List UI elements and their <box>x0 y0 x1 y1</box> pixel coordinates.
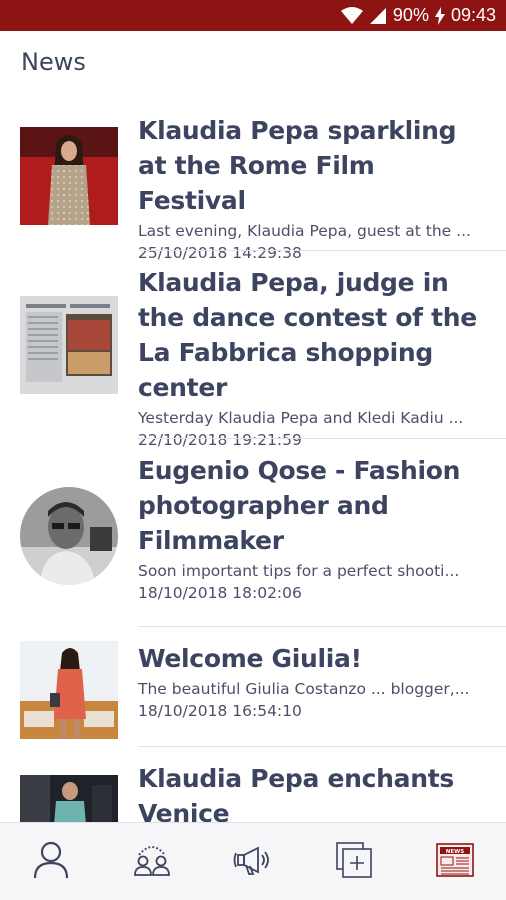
battery-text: 90% <box>392 5 429 25</box>
news-thumbnail <box>20 487 118 585</box>
news-title: Eugenio Qose - Fashion photographer and … <box>138 456 461 555</box>
news-snippet: The beautiful Giulia Costanzo ... blogge… <box>138 680 470 698</box>
group-icon <box>131 843 173 881</box>
news-item[interactable]: Klaudia Pepa sparkling at the Rome Film … <box>0 105 506 262</box>
news-item[interactable]: Welcome Giulia! The beautiful Giulia Cos… <box>0 627 506 747</box>
newspaper-icon-label: NEWS <box>446 849 464 855</box>
wifi-icon <box>340 6 363 25</box>
news-title: Klaudia Pepa enchants Venice <box>138 764 454 822</box>
news-thumbnail <box>20 775 118 822</box>
news-date: 18/10/2018 16:54:10 <box>138 702 302 720</box>
news-item[interactable]: Klaudia Pepa enchants Venice <box>0 747 506 822</box>
add-gallery-icon <box>335 841 373 883</box>
nav-add-gallery-button[interactable] <box>324 832 384 892</box>
news-item[interactable]: Eugenio Qose - Fashion photographer and … <box>0 439 506 627</box>
nav-profile-button[interactable] <box>21 832 81 892</box>
news-thumbnail <box>20 641 118 739</box>
megaphone-icon <box>232 843 274 881</box>
news-list[interactable]: Klaudia Pepa sparkling at the Rome Film … <box>0 105 506 822</box>
news-thumbnail <box>20 296 118 394</box>
news-item[interactable]: Klaudia Pepa, judge in the dance contest… <box>0 251 506 449</box>
newspaper-icon: NEWS <box>436 842 475 881</box>
clock-text: 09:43 <box>450 5 496 25</box>
news-title: Klaudia Pepa sparkling at the Rome Film … <box>138 116 457 215</box>
nav-announcements-button[interactable] <box>223 832 283 892</box>
news-title: Klaudia Pepa, judge in the dance contest… <box>138 268 477 402</box>
news-snippet: Soon important tips for a perfect shooti… <box>138 562 460 580</box>
news-snippet: Last evening, Klaudia Pepa, guest at the… <box>138 222 471 240</box>
news-thumbnail <box>20 127 118 225</box>
charging-icon <box>434 6 445 25</box>
bottom-nav: NEWS <box>0 822 506 900</box>
news-snippet: Yesterday Klaudia Pepa and Kledi Kadiu .… <box>138 409 464 427</box>
person-icon <box>33 841 69 883</box>
signal-icon <box>369 7 387 25</box>
page-title: News <box>21 48 86 76</box>
status-bar: 90% 09:43 <box>0 0 506 31</box>
news-title: Welcome Giulia! <box>138 644 362 673</box>
nav-community-button[interactable] <box>122 832 182 892</box>
nav-news-button[interactable]: NEWS <box>425 832 485 892</box>
news-date: 18/10/2018 18:02:06 <box>138 584 302 602</box>
